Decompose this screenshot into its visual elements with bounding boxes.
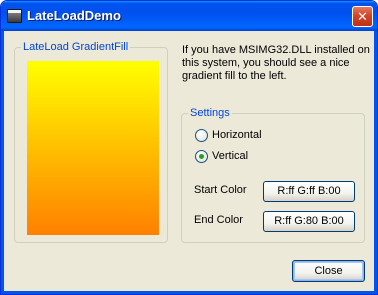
dialog-window: LateLoadDemo ✕ LateLoad GradientFill If … [0,0,378,295]
gradient-fill-preview [27,61,159,235]
close-icon: ✕ [357,9,368,24]
settings-group-label: Settings [188,107,232,119]
end-color-value: R:ff G:80 B:00 [274,215,344,227]
horizontal-radio[interactable] [195,129,208,142]
vertical-radio[interactable] [195,150,208,163]
info-text: If you have MSIMG32.DLL installed on thi… [182,44,370,82]
start-color-label: Start Color [194,184,247,196]
window-frame-bottom [1,291,377,294]
app-window-icon [7,9,22,23]
window-title: LateLoadDemo [27,8,121,23]
title-bar[interactable]: LateLoadDemo ✕ [1,1,377,31]
gradient-group-label: LateLoad GradientFill [21,41,131,53]
end-color-label: End Color [194,214,243,226]
close-button-label: Close [314,265,343,277]
start-color-button[interactable]: R:ff G:ff B:00 [263,181,355,202]
vertical-radio-label[interactable]: Vertical [212,150,248,162]
window-frame-left [1,31,4,294]
close-button[interactable]: Close [292,260,365,282]
horizontal-radio-label[interactable]: Horizontal [212,129,262,141]
close-window-button[interactable]: ✕ [352,6,373,27]
window-frame-right [374,31,377,294]
start-color-value: R:ff G:ff B:00 [277,185,341,197]
end-color-button[interactable]: R:ff G:80 B:00 [263,211,355,232]
radio-selected-dot [199,154,204,159]
